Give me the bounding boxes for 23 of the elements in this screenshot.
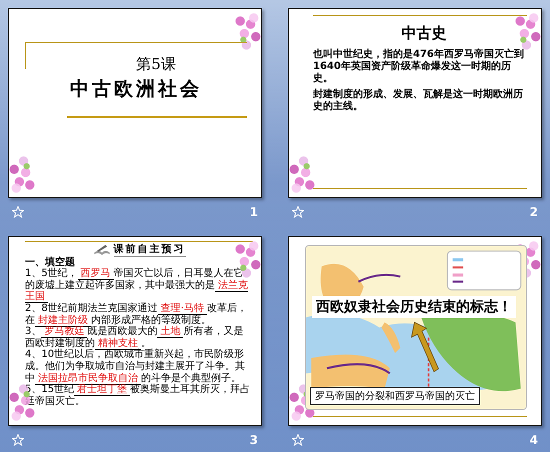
animation-star-icon bbox=[292, 434, 304, 446]
slide-number: 3 bbox=[250, 433, 258, 447]
section-heading: 一、填空题 bbox=[25, 256, 76, 268]
slide-thumbnail[interactable]: 西欧奴隶社会历史结束的标志！ 罗马帝国的分裂和西罗马帝国的灭亡 bbox=[288, 236, 542, 426]
slide-thumbnail[interactable] bbox=[8, 236, 262, 426]
paragraph: 封建制度的形成、发展、瓦解是这一时期欧洲历史的主线。 bbox=[313, 89, 524, 113]
slide-number: 1 bbox=[250, 205, 258, 219]
slide-title: 中古史 bbox=[400, 24, 448, 43]
section-banner: 课前自主预习 bbox=[114, 244, 186, 257]
animation-star-icon bbox=[12, 434, 24, 446]
book-pen-icon bbox=[92, 244, 110, 256]
fill-in-question: 2、8世纪前期法兰克国家通过 查理·马特 改革后，在 封建主阶级 内部形成严格的等级制度。 bbox=[25, 302, 248, 326]
slide-number: 4 bbox=[530, 433, 538, 447]
paragraph: 也叫中世纪史，指的是476年西罗马帝国灭亡到1640年英国资产阶级革命爆发这一时期的历史。 bbox=[313, 49, 525, 85]
animation-star-icon bbox=[292, 206, 304, 218]
lesson-number: 第5课 bbox=[136, 55, 176, 74]
map-caption: 罗马帝国的分裂和西罗马帝国的灭亡 bbox=[310, 387, 480, 405]
slide-thumbnail[interactable]: 中古史 也叫中世纪史，指的是476年西罗马帝国灭亡到1640年英国资产阶级革命爆发这一时期的历史。 封建制度的形成、发展、瓦解是这一时期欧洲历史的主线。 bbox=[288, 8, 542, 198]
slide-title: 中古欧洲社会 bbox=[70, 77, 202, 102]
slide-thumbnail[interactable]: 第5课 中古欧洲社会 bbox=[8, 8, 262, 198]
callout-text: 西欧奴隶社会历史结束的标志！ bbox=[312, 296, 516, 318]
slide-number: 2 bbox=[530, 205, 538, 219]
animation-star-icon bbox=[12, 206, 24, 218]
